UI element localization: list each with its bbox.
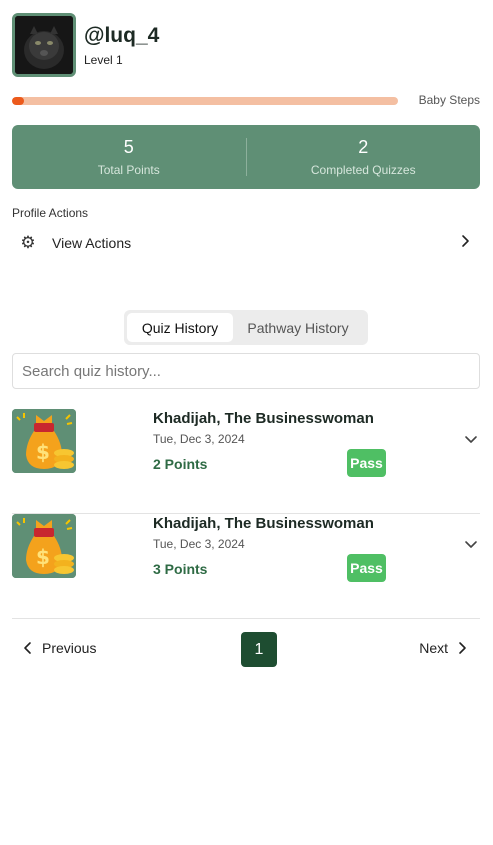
list-item[interactable]: $ Khadijah, The Businesswoman Tue, Dec 3… xyxy=(12,514,480,619)
quiz-title: Khadijah, The Businesswoman xyxy=(153,410,374,427)
quiz-title: Khadijah, The Businesswoman xyxy=(153,515,374,532)
status-badge: Pass xyxy=(347,449,386,477)
search-input[interactable] xyxy=(12,353,480,389)
next-label: Next xyxy=(419,640,448,656)
chevron-down-icon[interactable] xyxy=(464,434,478,444)
tab-quiz-history[interactable]: Quiz History xyxy=(127,313,233,342)
list-item[interactable]: $ Khadijah, The Businesswoman Tue, Dec 3… xyxy=(12,409,480,514)
panther-avatar-image xyxy=(15,16,73,74)
history-tabs: Quiz History Pathway History xyxy=(124,310,368,345)
next-button[interactable]: Next xyxy=(419,640,468,656)
quiz-points: 2 Points xyxy=(153,456,208,472)
chevron-down-icon[interactable] xyxy=(464,539,478,549)
progress-track xyxy=(12,97,398,105)
svg-text:$: $ xyxy=(36,545,50,569)
view-actions-button[interactable]: ⚙ View Actions xyxy=(12,230,480,256)
chevron-right-icon xyxy=(462,235,469,247)
quiz-date: Tue, Dec 3, 2024 xyxy=(153,432,245,446)
quiz-points: 3 Points xyxy=(153,561,208,577)
stat-total-points: 5 Total Points xyxy=(12,125,246,189)
user-level: Level 1 xyxy=(84,53,123,67)
pagination: Previous 1 Next xyxy=(12,632,480,667)
stat-value: 2 xyxy=(358,137,369,157)
avatar[interactable] xyxy=(12,13,76,77)
svg-text:$: $ xyxy=(36,440,50,464)
previous-label: Previous xyxy=(42,640,97,656)
stat-label: Total Points xyxy=(97,163,160,177)
stat-completed-quizzes: 2 Completed Quizzes xyxy=(247,125,481,189)
gear-icon: ⚙ xyxy=(20,233,36,252)
level-progress: Baby Steps xyxy=(12,93,480,109)
quiz-date: Tue, Dec 3, 2024 xyxy=(153,537,245,551)
username: @luq_4 xyxy=(84,24,160,47)
stat-label: Completed Quizzes xyxy=(310,163,416,177)
tab-pathway-history[interactable]: Pathway History xyxy=(233,313,363,342)
money-bag-icon: $ xyxy=(12,409,76,473)
progress-label: Baby Steps xyxy=(418,93,480,107)
previous-button[interactable]: Previous xyxy=(22,640,96,656)
view-actions-label: View Actions xyxy=(52,235,132,251)
status-badge: Pass xyxy=(347,554,386,582)
chevron-left-icon xyxy=(24,642,31,654)
profile-actions-title: Profile Actions xyxy=(12,206,89,220)
progress-fill xyxy=(12,97,24,105)
money-bag-icon: $ xyxy=(12,514,76,578)
chevron-right-icon xyxy=(459,642,466,654)
stats-panel: 5 Total Points 2 Completed Quizzes xyxy=(12,125,480,189)
profile-header: @luq_4 Level 1 xyxy=(12,13,159,77)
page-button-current[interactable]: 1 xyxy=(241,632,277,667)
stat-value: 5 xyxy=(123,137,134,157)
